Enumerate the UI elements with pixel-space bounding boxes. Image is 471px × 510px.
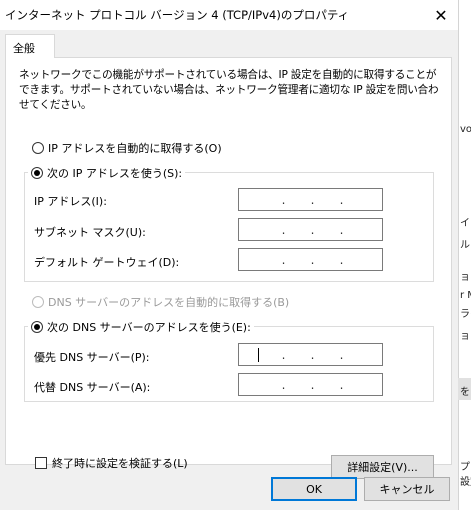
radio-ip-manual[interactable]: 次の IP アドレスを使う(S): — [28, 165, 186, 181]
close-icon: ✕ — [434, 5, 448, 25]
alternate-dns-label: 代替 DNS サーバー(A): — [34, 381, 151, 394]
advanced-button[interactable]: 詳細設定(V)... — [331, 455, 434, 479]
tab-general[interactable]: 全般 — [5, 34, 55, 58]
background-text: イア — [460, 218, 471, 229]
radio-dns-auto-indicator — [32, 296, 44, 308]
cancel-button[interactable]: キャンセル — [364, 477, 450, 501]
radio-ip-manual-label: 次の IP アドレスを使う(S): — [47, 167, 183, 180]
default-gateway-input[interactable]: ... — [238, 248, 383, 271]
window-title: インターネット プロトコル バージョン 4 (TCP/IPv4)のプロパティ — [5, 8, 350, 22]
validate-on-exit-checkbox[interactable]: 終了時に設定を検証する(L) — [35, 455, 188, 471]
validate-on-exit-box — [35, 457, 47, 469]
background-text: ョ — [460, 331, 470, 342]
background-text: ョ — [460, 272, 470, 283]
description-text: ネットワークでこの機能がサポートされている場合は、IP 設定を自動的に取得するこ… — [19, 69, 439, 111]
ip-address-label: IP アドレス(I): — [34, 195, 107, 208]
background-window — [458, 0, 471, 510]
background-text: プロ — [460, 462, 471, 473]
text-caret — [258, 348, 259, 362]
validate-on-exit-label: 終了時に設定を検証する(L) — [52, 457, 188, 470]
background-text: ライ — [460, 309, 471, 320]
background-text: を — [460, 387, 470, 398]
background-text: vo — [460, 124, 471, 135]
preferred-dns-input[interactable]: ... — [238, 343, 383, 366]
background-text: 設定 — [460, 477, 471, 488]
subnet-mask-label: サブネット マスク(U): — [34, 226, 146, 239]
radio-dns-manual[interactable]: 次の DNS サーバーのアドレスを使う(E): — [28, 319, 254, 335]
preferred-dns-label: 優先 DNS サーバー(P): — [34, 351, 150, 364]
alternate-dns-input[interactable]: ... — [238, 373, 383, 396]
radio-ip-auto-indicator — [32, 142, 44, 154]
radio-ip-auto[interactable]: IP アドレスを自動的に取得する(O) — [32, 140, 222, 156]
radio-dns-manual-indicator — [31, 321, 43, 333]
radio-ip-auto-label: IP アドレスを自動的に取得する(O) — [48, 142, 222, 155]
background-text: ル — [460, 240, 470, 251]
radio-ip-manual-indicator — [31, 167, 43, 179]
tcpip-properties-dialog: インターネット プロトコル バージョン 4 (TCP/IPv4)のプロパティ ✕… — [0, 0, 458, 510]
close-button[interactable]: ✕ — [424, 0, 458, 30]
radio-dns-manual-label: 次の DNS サーバーのアドレスを使う(E): — [47, 321, 251, 334]
title-bar: インターネット プロトコル バージョン 4 (TCP/IPv4)のプロパティ ✕ — [0, 0, 458, 30]
background-text: r M — [460, 290, 471, 301]
radio-dns-auto[interactable]: DNS サーバーのアドレスを自動的に取得する(B) — [32, 294, 289, 310]
tab-general-label: 全般 — [13, 42, 35, 55]
ok-button[interactable]: OK — [271, 477, 357, 501]
subnet-mask-input[interactable]: ... — [238, 218, 383, 241]
ip-address-input[interactable]: ... — [238, 188, 383, 211]
radio-dns-auto-label: DNS サーバーのアドレスを自動的に取得する(B) — [48, 296, 290, 309]
default-gateway-label: デフォルト ゲートウェイ(D): — [34, 256, 180, 269]
